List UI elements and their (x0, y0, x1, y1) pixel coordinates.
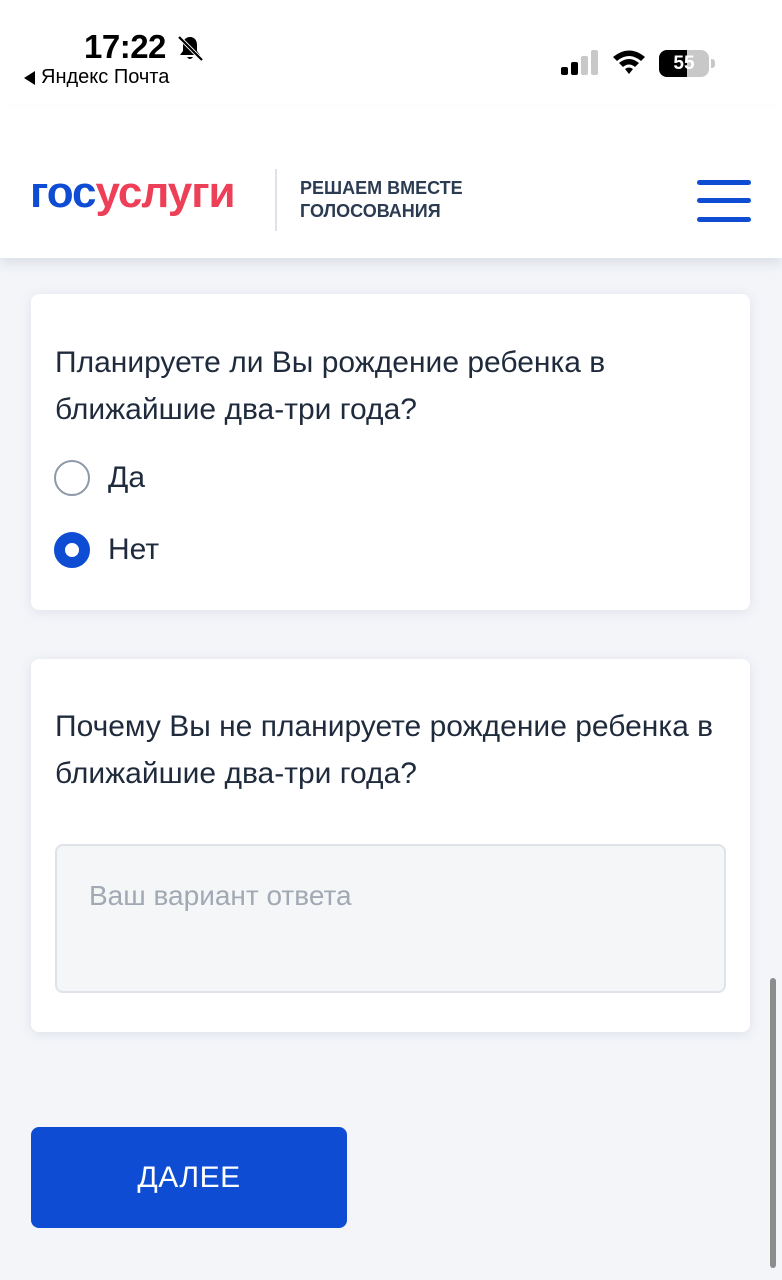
question-card-2: Почему Вы не планируете рождение ребенка… (31, 659, 750, 1032)
back-arrow-icon (24, 70, 35, 85)
header-divider (275, 169, 277, 231)
status-time: 17:22 (84, 28, 166, 65)
answer-input[interactable] (57, 846, 724, 991)
cellular-signal-icon (561, 50, 598, 75)
question-card-1: Планируете ли Вы рождение ребенка в ближ… (31, 294, 750, 610)
radio-option-net[interactable]: Нет (54, 530, 159, 570)
header-tagline: РЕШАЕМ ВМЕСТЕ ГОЛОСОВАНИЯ (300, 177, 463, 223)
radio-button-net[interactable] (54, 532, 90, 568)
next-button[interactable]: ДАЛЕЕ (31, 1127, 347, 1228)
site-header: госуслуги РЕШАЕМ ВМЕСТЕ ГОЛОСОВАНИЯ (0, 108, 782, 258)
question-2-text: Почему Вы не планируете рождение ребенка… (55, 710, 714, 790)
bell-muted-icon (177, 35, 204, 62)
radio-button-da[interactable] (54, 460, 90, 496)
back-app-label: Яндекс Почта (41, 66, 170, 88)
battery-level-text: 55 (673, 53, 695, 74)
battery-icon: 55 (659, 50, 715, 78)
logo-part-gos: гос (30, 168, 97, 217)
back-to-app-link[interactable]: Яндекс Почта (24, 66, 169, 89)
wifi-icon (613, 50, 645, 74)
logo-part-uslugi: услуги (95, 168, 236, 217)
menu-burger-icon[interactable] (697, 180, 751, 222)
status-bar: 17:22 Яндекс Почта 55 (0, 0, 782, 108)
radio-option-da[interactable]: Да (54, 458, 145, 498)
tagline-line2: ГОЛОСОВАНИЯ (300, 201, 441, 221)
answer-field[interactable] (55, 844, 726, 993)
radio-label-net: Нет (108, 533, 160, 566)
tagline-line1: РЕШАЕМ ВМЕСТЕ (300, 178, 463, 198)
radio-label-da: Да (108, 461, 146, 494)
gosuslugi-logo[interactable]: госуслуги (30, 168, 236, 218)
question-1-text: Планируете ли Вы рождение ребенка в ближ… (55, 346, 606, 426)
scrollbar[interactable] (770, 978, 776, 1268)
